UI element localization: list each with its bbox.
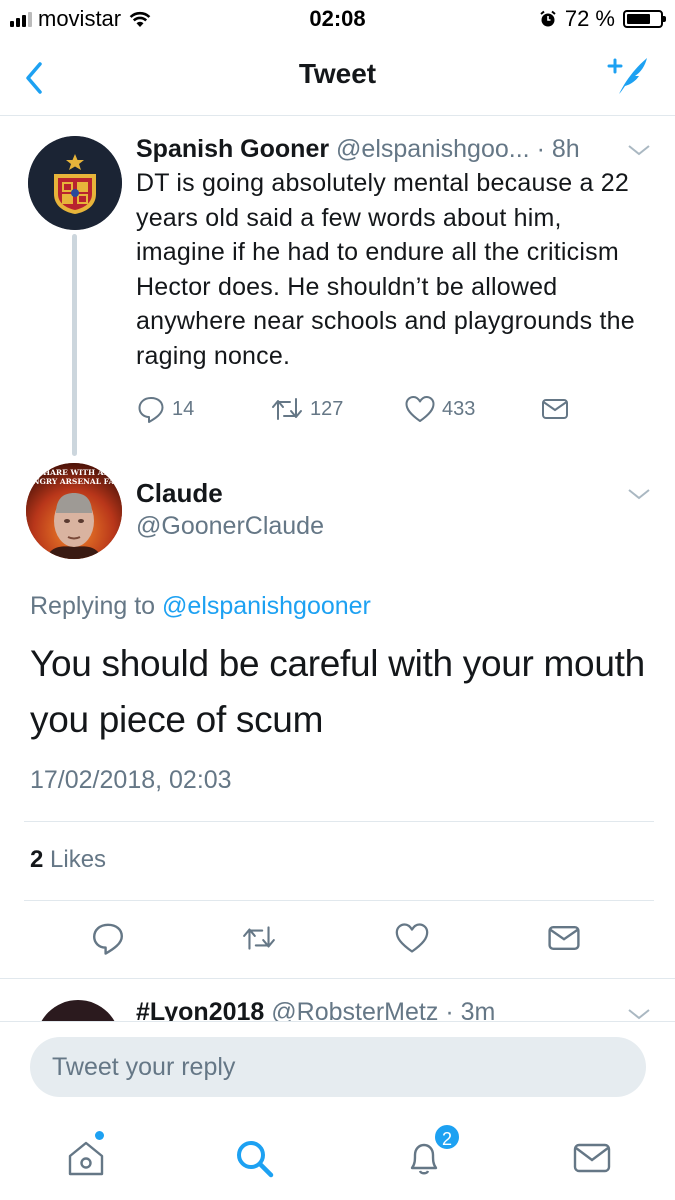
replying-to-label: Replying to: [30, 592, 156, 620]
divider: [0, 978, 675, 979]
chevron-down-icon[interactable]: [626, 142, 652, 158]
parent-tweet[interactable]: Spanish Gooner @elspanishgoo... · 8h DT …: [136, 134, 651, 373]
tweet-actions: 14 127 433: [136, 394, 596, 426]
direct-message-button[interactable]: [540, 394, 570, 424]
alarm-icon: [540, 10, 556, 27]
author-handle[interactable]: @GoonerClaude: [136, 512, 324, 541]
author-handle[interactable]: @elspanishgoo...: [336, 135, 530, 163]
battery-percent: 72 %: [564, 6, 615, 31]
author-name[interactable]: Spanish Gooner: [136, 135, 329, 163]
mail-icon[interactable]: [546, 920, 582, 956]
avatar[interactable]: [28, 136, 122, 230]
tweet-timestamp: 17/02/2018, 02:03: [30, 766, 232, 794]
reply-input[interactable]: [30, 1037, 646, 1097]
next-tweet[interactable]: #Lyon2018 @RobsterMetz · 3m: [0, 980, 675, 1022]
likes-label: Likes: [50, 846, 107, 873]
notifications-badge: 2: [433, 1123, 461, 1151]
tweet-header: #Lyon2018 @RobsterMetz · 3m: [136, 998, 495, 1022]
messages-icon[interactable]: [570, 1136, 614, 1180]
home-icon[interactable]: [64, 1136, 108, 1180]
chevron-down-icon[interactable]: [626, 1006, 652, 1022]
tweet-header: Spanish Gooner @elspanishgoo... · 8h: [136, 134, 651, 164]
retweet-button[interactable]: 127: [270, 394, 343, 424]
status-bar: movistar 02:08 72 %: [0, 0, 675, 40]
like-button[interactable]: 433: [404, 394, 475, 424]
svg-text:ANGRY ARSENAL FAN: ANGRY ARSENAL FAN: [26, 477, 121, 486]
tweet-text: DT is going absolutely mental because a …: [136, 169, 635, 370]
likes-summary[interactable]: 2 Likes: [30, 846, 106, 874]
reply-icon[interactable]: [90, 920, 126, 956]
new-content-dot: [95, 1131, 104, 1140]
reply-bar: [0, 1021, 675, 1200]
thread-line: [72, 234, 77, 456]
mail-icon: [542, 399, 568, 419]
like-count: 433: [442, 397, 476, 420]
author-handle[interactable]: @RobsterMetz: [271, 998, 438, 1022]
reply-count: 14: [172, 397, 195, 420]
likes-count: 2: [30, 846, 44, 873]
retweet-icon[interactable]: [241, 920, 277, 956]
tweet-text: You should be careful with your mouth yo…: [30, 643, 645, 740]
avatar[interactable]: [36, 1000, 120, 1022]
search-icon[interactable]: [232, 1136, 276, 1180]
replying-to: Replying to @elspanishgooner: [30, 592, 371, 621]
tweet-age: · 8h: [536, 135, 580, 163]
divider: [24, 821, 654, 822]
tweet-age: · 3m: [445, 998, 496, 1022]
page-title: Tweet: [298, 58, 377, 89]
retweet-icon: [272, 398, 302, 420]
retweet-count: 127: [310, 397, 344, 420]
author-name[interactable]: #Lyon2018: [136, 998, 264, 1022]
author-name[interactable]: Claude: [136, 478, 223, 509]
navigation-bar: Tweet: [0, 40, 675, 116]
avatar[interactable]: SHARE WITH AN ANGRY ARSENAL FAN: [26, 463, 122, 559]
reply-icon: [138, 397, 164, 423]
compose-tweet-icon[interactable]: [605, 52, 651, 98]
reply-button[interactable]: 14: [136, 394, 194, 424]
profile-photo-icon: SHARE WITH AN ANGRY ARSENAL FAN: [26, 463, 122, 559]
battery-icon: [623, 10, 666, 28]
replying-to-link[interactable]: @elspanishgooner: [162, 592, 371, 620]
svg-text:SHARE WITH AN: SHARE WITH AN: [38, 468, 111, 477]
divider: [24, 900, 654, 901]
spain-crest-icon: [28, 136, 122, 230]
chevron-down-icon[interactable]: [626, 486, 652, 502]
heart-icon[interactable]: [394, 920, 430, 956]
heart-icon: [405, 396, 435, 422]
